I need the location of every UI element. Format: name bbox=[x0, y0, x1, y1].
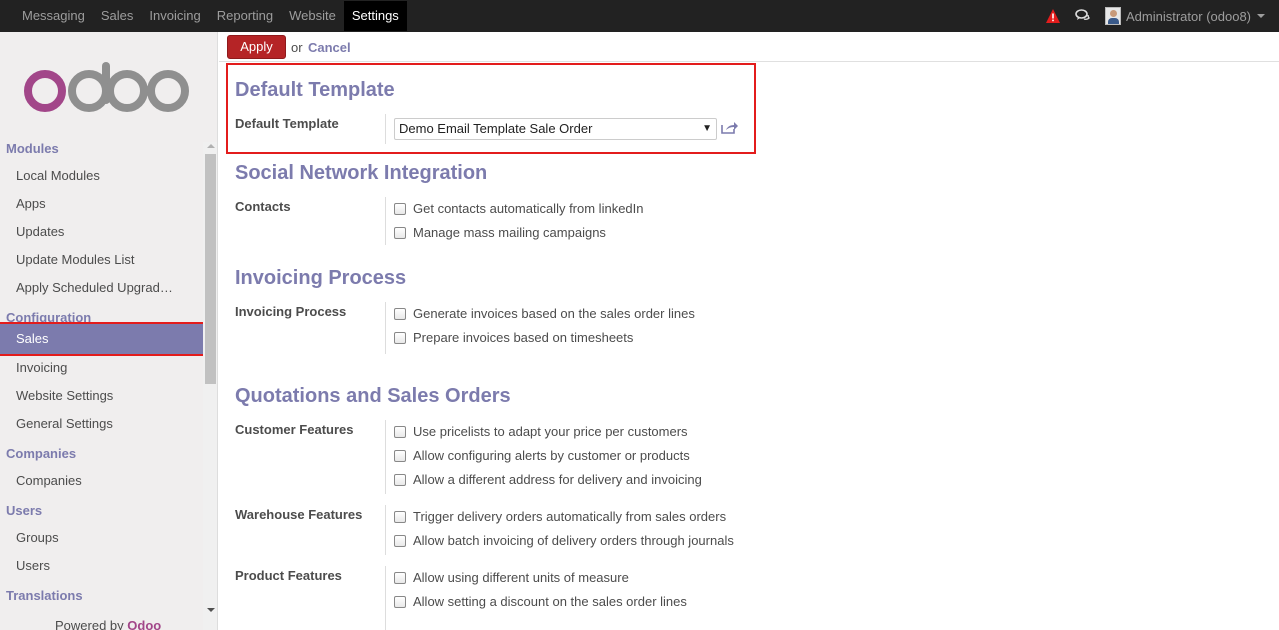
checkbox-invoice-lines[interactable]: Generate invoices based on the sales ord… bbox=[394, 306, 695, 321]
user-menu-name[interactable]: Administrator (odoo8) bbox=[1126, 9, 1251, 24]
top-menu-messaging[interactable]: Messaging bbox=[14, 0, 93, 32]
sidebar-item-companies[interactable]: Companies bbox=[0, 467, 203, 495]
checkbox-label: Allow setting a discount on the sales or… bbox=[413, 594, 687, 609]
divider bbox=[385, 197, 386, 245]
checkbox[interactable] bbox=[394, 571, 406, 584]
sidebar-item-website-settings[interactable]: Website Settings bbox=[0, 382, 203, 410]
checkbox[interactable] bbox=[394, 307, 406, 320]
checkbox[interactable] bbox=[394, 473, 406, 486]
top-menu-settings[interactable]: Settings bbox=[343, 1, 407, 31]
divider bbox=[385, 302, 386, 354]
external-link-icon[interactable] bbox=[720, 121, 738, 135]
invoicing-label: Invoicing Process bbox=[235, 304, 347, 319]
scroll-up-icon[interactable] bbox=[207, 144, 215, 148]
checkbox[interactable] bbox=[394, 595, 406, 608]
divider bbox=[385, 566, 386, 630]
top-menu: Messaging Sales Invoicing Reporting Webs… bbox=[14, 0, 407, 32]
chat-icon[interactable] bbox=[1075, 8, 1091, 24]
quotations-heading: Quotations and Sales Orders bbox=[235, 385, 511, 407]
checkbox-linkedin[interactable]: Get contacts automatically from linkedIn bbox=[394, 201, 644, 216]
checkbox-label: Get contacts automatically from linkedIn bbox=[413, 201, 644, 216]
divider bbox=[385, 420, 386, 494]
dropdown-arrow-icon: ▼ bbox=[702, 123, 712, 134]
default-template-heading: Default Template bbox=[235, 79, 395, 101]
checkbox-discount[interactable]: Allow setting a discount on the sales or… bbox=[394, 594, 687, 609]
checkbox[interactable] bbox=[394, 425, 406, 438]
top-menu-invoicing[interactable]: Invoicing bbox=[141, 0, 208, 32]
checkbox-pricelists[interactable]: Use pricelists to adapt your price per c… bbox=[394, 424, 688, 439]
sidebar-item-users[interactable]: Users bbox=[0, 552, 203, 580]
powered-by: Powered by Odoo bbox=[55, 618, 161, 630]
sidebar-item-updates[interactable]: Updates bbox=[0, 218, 203, 246]
or-text: or bbox=[291, 40, 303, 55]
checkbox-invoice-timesheets[interactable]: Prepare invoices based on timesheets bbox=[394, 330, 633, 345]
chevron-down-icon[interactable] bbox=[1257, 14, 1265, 18]
action-bar: Apply or Cancel bbox=[219, 32, 1279, 62]
checkbox-label: Generate invoices based on the sales ord… bbox=[413, 306, 695, 321]
checkbox-label: Manage mass mailing campaigns bbox=[413, 225, 606, 240]
sidebar-item-general-settings[interactable]: General Settings bbox=[0, 410, 203, 438]
checkbox[interactable] bbox=[394, 202, 406, 215]
checkbox-label: Use pricelists to adapt your price per c… bbox=[413, 424, 688, 439]
default-template-label: Default Template bbox=[235, 116, 339, 131]
apply-button[interactable]: Apply bbox=[227, 35, 286, 59]
customer-features-label: Customer Features bbox=[235, 422, 354, 437]
checkbox-label: Allow a different address for delivery a… bbox=[413, 472, 702, 487]
checkbox[interactable] bbox=[394, 534, 406, 547]
top-navbar: Messaging Sales Invoicing Reporting Webs… bbox=[0, 0, 1279, 32]
sidebar: Modules Local Modules Apps Updates Updat… bbox=[0, 32, 218, 630]
powered-by-brand-link[interactable]: Odoo bbox=[127, 618, 161, 630]
sidebar-menu: Modules Local Modules Apps Updates Updat… bbox=[0, 136, 205, 609]
checkbox[interactable] bbox=[394, 449, 406, 462]
scroll-thumb[interactable] bbox=[205, 154, 216, 384]
checkbox-trigger-delivery[interactable]: Trigger delivery orders automatically fr… bbox=[394, 509, 726, 524]
checkbox-label: Allow batch invoicing of delivery orders… bbox=[413, 533, 734, 548]
section-modules: Modules bbox=[6, 141, 59, 156]
top-right-tools: Administrator (odoo8) bbox=[1045, 0, 1279, 32]
sidebar-item-invoicing[interactable]: Invoicing bbox=[0, 354, 203, 382]
powered-by-text: Powered by bbox=[55, 618, 124, 630]
checkbox-label: Allow configuring alerts by customer or … bbox=[413, 448, 690, 463]
checkbox-label: Allow using different units of measure bbox=[413, 570, 629, 585]
checkbox-mass-mailing[interactable]: Manage mass mailing campaigns bbox=[394, 225, 606, 240]
sidebar-item-groups[interactable]: Groups bbox=[0, 524, 203, 552]
invoicing-heading: Invoicing Process bbox=[235, 267, 407, 289]
divider bbox=[385, 505, 386, 555]
checkbox-label: Trigger delivery orders automatically fr… bbox=[413, 509, 727, 524]
product-features-label: Product Features bbox=[235, 568, 342, 583]
main-content: Apply or Cancel Default Template Default… bbox=[219, 32, 1279, 630]
checkbox[interactable] bbox=[394, 226, 406, 239]
top-menu-website[interactable]: Website bbox=[281, 0, 344, 32]
section-companies: Companies bbox=[6, 446, 77, 461]
odoo-logo bbox=[24, 62, 189, 112]
divider bbox=[385, 114, 386, 144]
social-heading: Social Network Integration bbox=[235, 162, 488, 184]
sidebar-item-apps[interactable]: Apps bbox=[0, 190, 203, 218]
checkbox[interactable] bbox=[394, 510, 406, 523]
top-menu-reporting[interactable]: Reporting bbox=[209, 0, 281, 32]
avatar[interactable] bbox=[1105, 7, 1121, 25]
warning-icon[interactable] bbox=[1045, 8, 1061, 24]
section-translations: Translations bbox=[6, 588, 83, 603]
scroll-down-icon[interactable] bbox=[207, 608, 215, 612]
checkbox-batch-invoicing[interactable]: Allow batch invoicing of delivery orders… bbox=[394, 533, 734, 548]
sidebar-item-update-modules-list[interactable]: Update Modules List bbox=[0, 246, 203, 274]
checkbox[interactable] bbox=[394, 331, 406, 344]
default-template-value: Demo Email Template Sale Order bbox=[399, 121, 593, 136]
cancel-link[interactable]: Cancel bbox=[308, 40, 351, 55]
checkbox-different-address[interactable]: Allow a different address for delivery a… bbox=[394, 472, 702, 487]
checkbox-units-of-measure[interactable]: Allow using different units of measure bbox=[394, 570, 629, 585]
checkbox-label: Prepare invoices based on timesheets bbox=[413, 330, 634, 345]
section-users: Users bbox=[6, 503, 43, 518]
sidebar-scrollbar[interactable] bbox=[203, 142, 217, 630]
sidebar-item-sales[interactable]: Sales bbox=[0, 322, 205, 356]
default-template-select[interactable]: Demo Email Template Sale Order ▼ bbox=[394, 118, 717, 140]
contacts-label: Contacts bbox=[235, 199, 291, 214]
top-menu-sales[interactable]: Sales bbox=[93, 0, 142, 32]
checkbox-alerts[interactable]: Allow configuring alerts by customer or … bbox=[394, 448, 690, 463]
sidebar-item-local-modules[interactable]: Local Modules bbox=[0, 162, 203, 190]
sidebar-item-apply-scheduled-upgrades[interactable]: Apply Scheduled Upgrad… bbox=[0, 274, 203, 302]
default-template-highlight bbox=[226, 63, 756, 154]
warehouse-features-label: Warehouse Features bbox=[235, 507, 363, 522]
